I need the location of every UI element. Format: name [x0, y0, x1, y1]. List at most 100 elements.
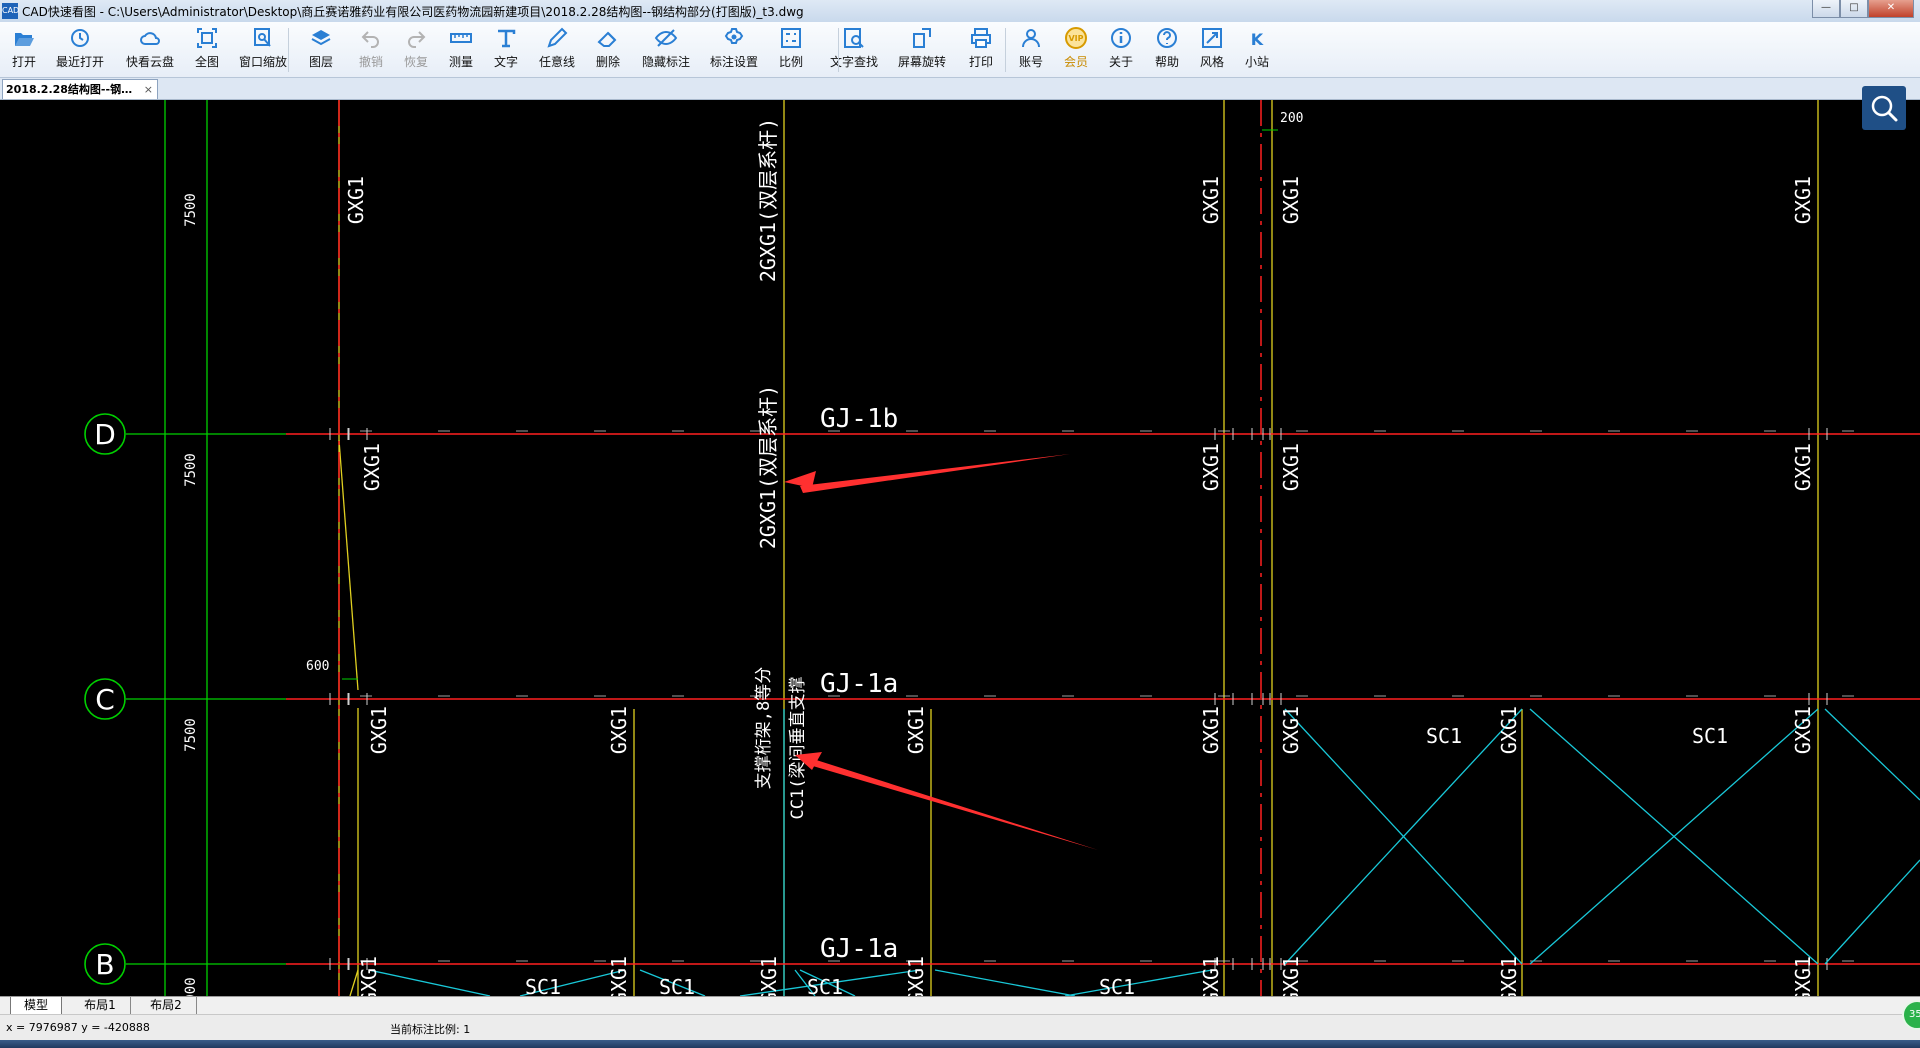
style-icon — [1202, 28, 1222, 48]
dimension-label: 7500 — [183, 193, 199, 227]
member-label: GXG1 — [1497, 706, 1521, 754]
brace-line — [1824, 859, 1920, 965]
member-label: SC1 — [659, 975, 695, 996]
toolbar-label: 窗口缩放 — [238, 55, 287, 69]
toolbar-label: 最近打开 — [55, 55, 104, 69]
member-label: CC1(梁间垂直支撑 — [788, 677, 808, 820]
toolbar-history-button[interactable]: 最近打开 — [48, 26, 112, 74]
toolbar-label: 比例 — [778, 55, 803, 69]
toolbar-label: 文字查找 — [829, 55, 878, 69]
dimension-label: 000 — [183, 977, 199, 996]
member-label: GXG1 — [1199, 443, 1223, 491]
info-icon — [1111, 28, 1131, 48]
undo-icon — [361, 31, 379, 48]
dimension-label: 7500 — [183, 453, 199, 487]
help-icon — [1157, 28, 1177, 48]
member-label: GXG1 — [1791, 706, 1815, 754]
column-slant-line — [338, 439, 359, 691]
maximize-button[interactable]: □ — [1840, 0, 1868, 18]
eye-hidden-icon — [654, 29, 678, 47]
toolbar-rotate-button[interactable]: 屏幕旋转 — [890, 26, 954, 74]
member-label: GXG1 — [904, 706, 928, 754]
annotation-arrow — [800, 454, 1070, 493]
os-taskbar — [0, 1040, 1920, 1048]
fit-extents-icon — [197, 28, 217, 48]
member-label: SC1 — [807, 975, 843, 996]
minimize-button[interactable]: — — [1812, 0, 1840, 18]
zoom-window-icon — [254, 28, 271, 47]
cloud-icon — [140, 32, 160, 45]
member-label: GXG1 — [357, 956, 381, 996]
redo-icon — [408, 31, 426, 48]
toolbar-text-search-button[interactable]: 文字查找 — [822, 26, 886, 74]
toolbar-scale-button[interactable]: 比例 — [759, 26, 823, 74]
toolbar-site-button[interactable]: K 小站 — [1225, 26, 1289, 74]
member-label: GXG1 — [1279, 176, 1303, 224]
member-label: GXG1 — [607, 956, 631, 996]
grid-bubble-label: D — [94, 418, 116, 451]
member-label: GXG1 — [1791, 956, 1815, 996]
grid-bubble-label: C — [95, 683, 115, 716]
brace-line — [1064, 969, 1213, 996]
layout-tab-model[interactable]: 模型 — [10, 997, 62, 1015]
toolbar-eraser-button[interactable]: 删除 — [576, 26, 640, 74]
member-label: GXG1 — [904, 956, 928, 996]
search-icon — [1871, 95, 1898, 122]
annotation-scale: 当前标注比例: 1 — [390, 1023, 471, 1036]
dimension-label: 200 — [1280, 111, 1303, 126]
status-bar: x = 7976987 y = -420888 当前标注比例: 1 — [0, 1014, 1920, 1041]
member-label: GXG1 — [367, 706, 391, 754]
member-label: GXG1 — [1279, 956, 1303, 996]
document-tab[interactable]: 2018.2.28结构图--钢… × — [2, 79, 158, 99]
toolbar-label: 删除 — [595, 55, 620, 69]
close-button[interactable]: ✕ — [1868, 0, 1914, 18]
rotate-icon — [913, 28, 931, 48]
canvas-search-button[interactable] — [1862, 86, 1906, 130]
folder-open-icon — [15, 33, 34, 46]
layers-icon — [311, 30, 331, 46]
toolbar-cloud-button[interactable]: 快看云盘 — [118, 26, 182, 74]
annotation-arrow-head — [784, 471, 816, 488]
layout-tabs: 模型 布局1 布局2 — [0, 996, 1920, 1015]
user-icon — [1022, 29, 1040, 48]
brace-line — [1824, 708, 1920, 801]
drawing-canvas[interactable]: D C B 7500 7500 7500 000 600 200 GJ-1b GJ-1a GJ-1a G… — [0, 100, 1920, 996]
close-tab-icon[interactable]: × — [144, 80, 153, 99]
toolbar-fit-extents-button[interactable]: 全图 — [175, 26, 239, 74]
toolbar-label: 屏幕旋转 — [897, 55, 946, 69]
member-label: SC1 — [1692, 724, 1728, 748]
scale-icon — [781, 28, 801, 48]
toolbar-eye-hidden-button[interactable]: 隐藏标注 — [634, 26, 698, 74]
grid-bubble-label: B — [95, 948, 114, 981]
member-label: GXG1 — [1279, 706, 1303, 754]
svg-text:K: K — [1251, 30, 1264, 49]
pen-icon — [547, 27, 568, 48]
beam-label: GJ-1a — [820, 934, 898, 964]
toolbar-separator — [288, 28, 289, 72]
text-icon — [498, 29, 516, 48]
member-label: GXG1 — [344, 176, 368, 224]
member-label: SC1 — [1099, 975, 1135, 996]
document-tab-bar: 2018.2.28结构图--钢… × — [0, 78, 1920, 100]
toolbar-settings-button[interactable]: 标注设置 — [702, 26, 766, 74]
settings-icon — [724, 28, 744, 44]
history-icon — [71, 29, 89, 47]
layout-tab-layout2[interactable]: 布局2 — [136, 997, 197, 1014]
member-label: GXG1 — [1497, 956, 1521, 996]
cad-drawing[interactable]: DCB750075007500000600200GJ-1bGJ-1aGJ-1aG… — [0, 100, 1920, 996]
layout-tab-layout1[interactable]: 布局1 — [70, 997, 131, 1014]
toolbar-label: 隐藏标注 — [641, 55, 690, 69]
toolbar-separator — [1005, 28, 1006, 72]
toolbar-zoom-window-button[interactable]: 窗口缩放 — [231, 26, 295, 74]
cursor-coordinates: x = 7976987 y = -420888 — [6, 1021, 150, 1034]
member-label: GXG1 — [1791, 443, 1815, 491]
member-label: GXG1 — [1791, 176, 1815, 224]
site-icon: K — [1251, 30, 1264, 49]
toolbar-label: 标注设置 — [709, 55, 758, 69]
brace-line — [934, 969, 1076, 996]
member-label: GXG1 — [757, 956, 781, 996]
beam-label: GJ-1a — [820, 669, 898, 699]
app-logo-icon: CAD — [2, 3, 19, 19]
member-label: SC1 — [1426, 724, 1462, 748]
title-bar: CAD CAD快速看图 - C:\Users\Administrator\Des… — [0, 0, 1920, 23]
